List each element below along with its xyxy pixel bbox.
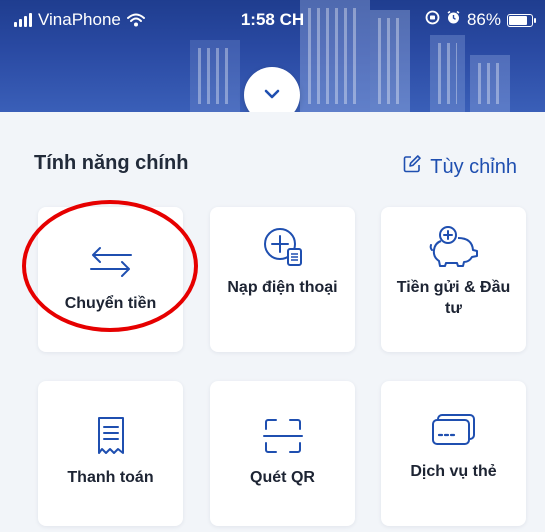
status-right: 86%: [425, 10, 536, 30]
battery-level: [509, 15, 527, 25]
customize-button[interactable]: Tùy chỉnh: [402, 154, 517, 180]
tile-payment[interactable]: Thanh toán: [38, 381, 183, 526]
app-screen: VinaPhone 1:58 CH 86% Tính năng chính Tù…: [0, 0, 545, 532]
lock-rotation-icon: [425, 10, 440, 30]
tile-deposit-invest[interactable]: Tiền gửi & Đầu tư: [381, 207, 526, 352]
battery-icon: [507, 13, 536, 27]
tile-label: Nạp điện thoại: [227, 279, 338, 296]
tile-label: Chuyển tiền: [64, 295, 157, 312]
customize-label: Tùy chỉnh: [430, 155, 517, 178]
phone-topup-icon: [261, 225, 305, 267]
tile-label: Dịch vụ thẻ: [410, 463, 497, 480]
tile-transfer[interactable]: Chuyển tiền: [38, 207, 183, 352]
tile-label: Quét QR: [250, 469, 315, 486]
section-title: Tính năng chính: [34, 152, 189, 174]
tile-label: Tiền gửi & Đầu tư: [396, 279, 511, 317]
building-decoration: [470, 55, 510, 112]
building-decoration: [430, 35, 465, 112]
tile-card-service[interactable]: Dịch vụ thẻ: [381, 381, 526, 526]
tile-qr-scan[interactable]: Quét QR: [210, 381, 355, 526]
qr-scan-icon: [262, 415, 303, 457]
card-icon: [431, 409, 477, 451]
edit-icon: [402, 154, 422, 180]
alarm-icon: [446, 10, 461, 30]
transfer-arrows-icon: [87, 241, 135, 283]
battery-percent: 86%: [466, 10, 501, 29]
tile-label: Thanh toán: [67, 469, 154, 486]
chevron-down-icon: [264, 86, 280, 104]
status-bar: VinaPhone 1:58 CH 86%: [0, 0, 545, 40]
piggy-bank-icon: [428, 225, 480, 267]
tile-phone-topup[interactable]: Nạp điện thoại: [210, 207, 355, 352]
receipt-icon: [96, 415, 126, 457]
building-decoration: [190, 40, 240, 112]
main-features-section: Tính năng chính Tùy chỉnh Chuyển tiền Nạ…: [0, 112, 545, 532]
